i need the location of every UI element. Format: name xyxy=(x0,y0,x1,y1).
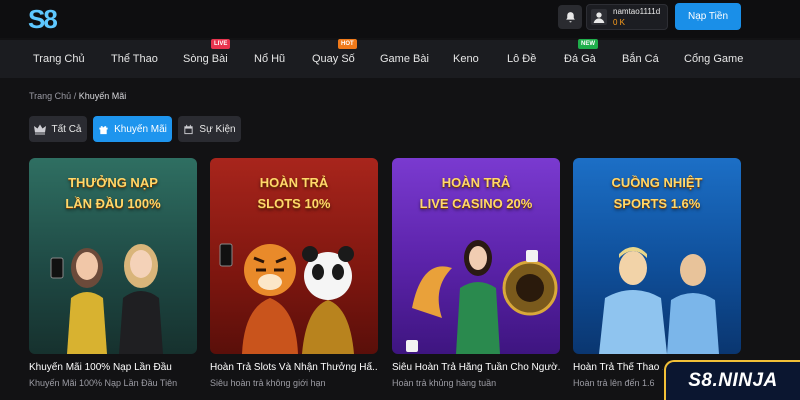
top-header: S8 namtao1111d 0 K Nạp Tiền xyxy=(0,0,800,38)
promo-title[interactable]: Khuyến Mãi 100% Nạp Lần Đầu xyxy=(29,362,197,373)
live-badge: LIVE xyxy=(211,39,231,49)
user-account-box[interactable]: namtao1111d 0 K xyxy=(586,4,668,30)
nav-label: Keno xyxy=(453,53,479,65)
promo-card-sports[interactable]: CUỒNG NHIỆT SPORTS 1.6% xyxy=(573,158,741,354)
tab-promotions[interactable]: Khuyến Mãi xyxy=(93,116,172,142)
nav-label: Đá Gà xyxy=(564,53,596,65)
nav-item-cockfight[interactable]: Đá Gà NEW xyxy=(564,39,598,78)
promo-illustration xyxy=(406,240,558,354)
site-watermark: S8.NINJA xyxy=(664,360,800,400)
calendar-icon xyxy=(184,124,194,134)
nav-label: Bắn Cá xyxy=(622,53,659,65)
promo-illustration xyxy=(219,243,354,354)
breadcrumb-separator: / xyxy=(73,91,77,101)
promo-card-first-deposit[interactable]: THƯỞNG NẠP LẦN ĐẦU 100% xyxy=(29,158,197,354)
main-nav: Trang Chủ Thể Thao Sòng Bài LIVE Nổ Hũ Q… xyxy=(0,39,800,78)
deposit-button[interactable]: Nạp Tiền xyxy=(675,3,741,30)
tab-label: Sự Kiện xyxy=(199,123,236,135)
site-logo[interactable]: S8 xyxy=(28,4,64,34)
promo-card-live-casino[interactable]: HOÀN TRẢ LIVE CASINO 20% xyxy=(392,158,560,354)
nav-item-casino[interactable]: Sòng Bài LIVE xyxy=(183,39,231,78)
nav-item-lottery[interactable]: Quay Số HOT xyxy=(312,39,357,78)
gift-icon xyxy=(99,125,108,134)
logo-text: S8 xyxy=(28,4,58,34)
nav-item-slots[interactable]: Nổ Hũ xyxy=(254,40,285,78)
nav-label: Lô Đề xyxy=(507,53,537,65)
promo-title[interactable]: Hoàn Trả Thể Thao 1 xyxy=(573,362,663,373)
breadcrumb: Trang Chủ / Khuyến Mãi xyxy=(29,91,126,101)
nav-item-game-portal[interactable]: Cổng Game xyxy=(684,40,743,78)
nav-label: Sòng Bài xyxy=(183,53,228,65)
username: namtao1111d xyxy=(613,7,661,16)
nav-item-keno[interactable]: Keno xyxy=(453,40,479,78)
bell-icon xyxy=(565,11,575,22)
nav-label: Nổ Hũ xyxy=(254,53,286,65)
promo-title[interactable]: Siêu Hoàn Trả Hằng Tuần Cho Ngườ... xyxy=(392,362,560,373)
tab-label: Khuyến Mãi xyxy=(114,123,167,135)
hot-badge: HOT xyxy=(338,39,357,49)
account-balance: 0 K xyxy=(613,18,626,27)
tab-label: Tất Cả xyxy=(51,123,82,135)
nav-label: Cổng Game xyxy=(684,53,744,65)
notification-button[interactable] xyxy=(558,5,582,29)
nav-item-fishing[interactable]: Bắn Cá xyxy=(622,40,659,78)
promo-title[interactable]: Hoàn Trả Slots Và Nhận Thưởng Hấ... xyxy=(210,362,378,373)
breadcrumb-home[interactable]: Trang Chủ xyxy=(29,91,71,101)
nav-item-lode[interactable]: Lô Đề xyxy=(507,40,536,78)
user-icon xyxy=(591,9,607,25)
promo-subtitle: Hoàn trả khủng hàng tuần xyxy=(392,378,497,388)
nav-label: Thể Thao xyxy=(111,53,158,65)
tab-events[interactable]: Sự Kiện xyxy=(178,116,241,142)
nav-label: Game Bài xyxy=(380,53,429,65)
promo-illustration xyxy=(599,247,719,354)
nav-label: Quay Số xyxy=(312,53,355,65)
nav-item-card-games[interactable]: Game Bài xyxy=(380,40,429,78)
nav-item-home[interactable]: Trang Chủ xyxy=(33,40,85,78)
crown-icon xyxy=(34,124,47,134)
nav-item-sports[interactable]: Thể Thao xyxy=(111,40,158,78)
breadcrumb-current: Khuyến Mãi xyxy=(78,91,127,101)
promo-subtitle: Hoàn trả lên đến 1.6 xyxy=(573,378,655,388)
tab-all[interactable]: Tất Cả xyxy=(29,116,87,142)
promo-subtitle: Siêu hoàn trả không giới hạn xyxy=(210,378,326,388)
nav-label: Trang Chủ xyxy=(33,53,85,65)
promo-card-slots-cashback[interactable]: HOÀN TRẢ SLOTS 10% xyxy=(210,158,378,354)
promo-illustration xyxy=(50,244,163,354)
new-badge: NEW xyxy=(578,39,598,49)
promo-subtitle: Khuyến Mãi 100% Nạp Lần Đầu Tiên xyxy=(29,378,178,388)
